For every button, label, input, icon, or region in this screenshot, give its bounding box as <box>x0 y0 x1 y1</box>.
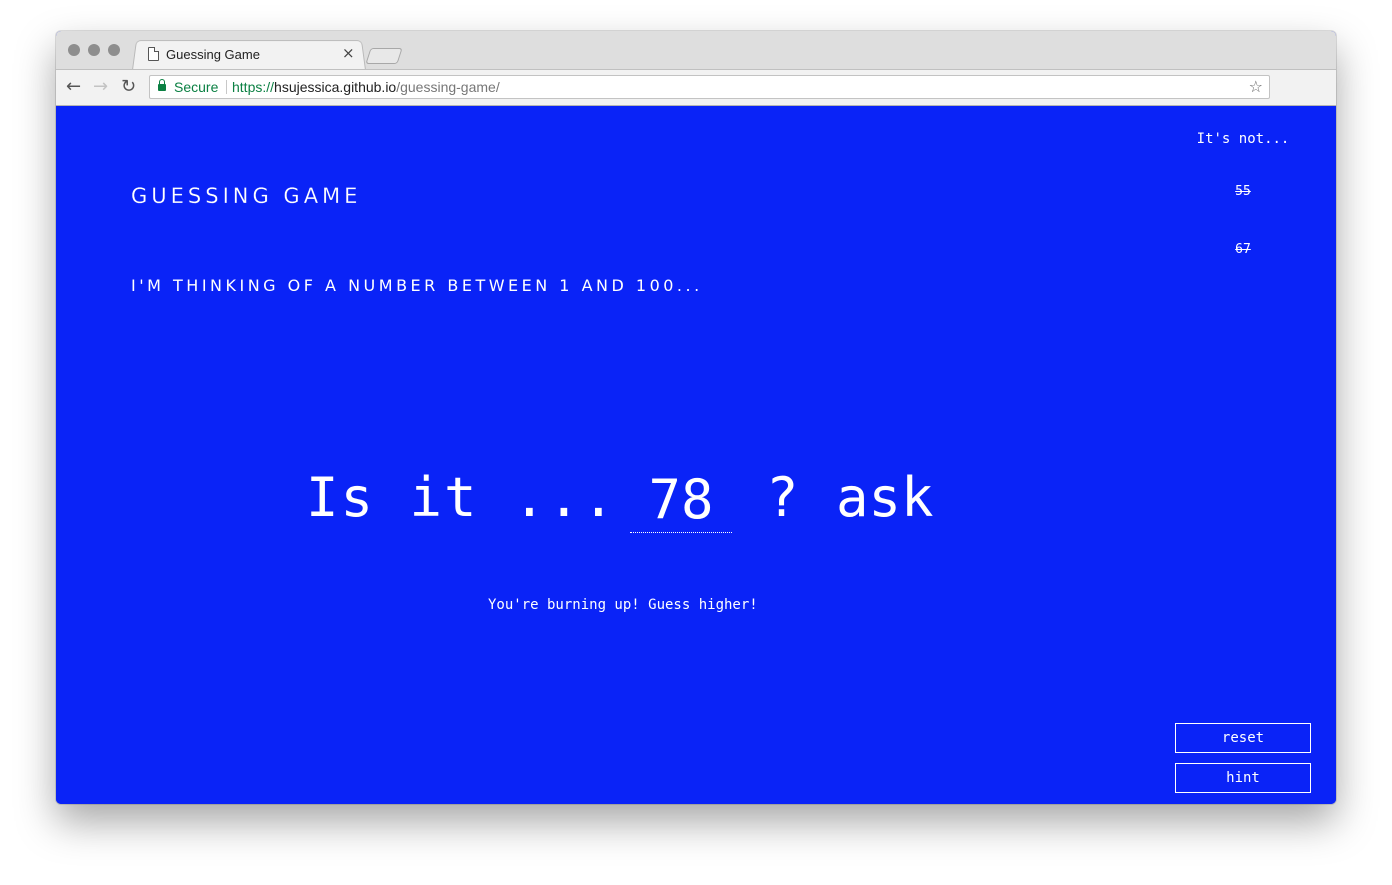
zoom-window-button[interactable] <box>108 44 120 56</box>
hint-button[interactable]: hint <box>1175 763 1311 793</box>
back-arrow-icon[interactable]: ← <box>66 76 81 98</box>
url-host: hsujessica.github.io <box>274 79 397 95</box>
tab-bar: Guessing Game × <box>56 31 1336 70</box>
close-window-button[interactable] <box>68 44 80 56</box>
tab-title: Guessing Game <box>166 47 260 62</box>
guess-input[interactable] <box>630 466 732 533</box>
browser-window: Guessing Game × ← → ↻ Secure https://hsu… <box>56 31 1336 804</box>
new-tab-button[interactable] <box>365 48 403 64</box>
secure-label: Secure <box>174 79 219 95</box>
address-bar[interactable]: Secure https://hsujessica.github.io/gues… <box>149 75 1270 99</box>
previous-guess: 55 <box>1235 184 1251 199</box>
url-text[interactable]: https://hsujessica.github.io/guessing-ga… <box>232 79 500 95</box>
reset-button[interactable]: reset <box>1175 723 1311 753</box>
url-path: /guessing-game/ <box>396 79 500 95</box>
ask-button[interactable]: ask <box>836 466 934 529</box>
guess-prefix: Is it ... <box>306 466 617 529</box>
lock-icon <box>158 79 166 91</box>
tab-content: Guessing Game × <box>142 39 362 69</box>
browser-toolbar: ← → ↻ Secure https://hsujessica.github.i… <box>56 69 1336 106</box>
game-prompt: I'm thinking of a number between 1 and 1… <box>131 276 703 295</box>
bookmark-star-icon[interactable]: ☆ <box>1249 77 1263 96</box>
game-page: Guessing Game I'm thinking of a number b… <box>56 106 1336 804</box>
tab-close-icon[interactable]: × <box>342 44 355 62</box>
feedback-message: You're burning up! Guess higher! <box>488 597 758 613</box>
previous-guesses-panel: It's not... 55 67 <box>1166 131 1320 257</box>
previous-guesses-heading: It's not... <box>1196 131 1290 147</box>
minimize-window-button[interactable] <box>88 44 100 56</box>
question-mark: ? <box>766 466 799 529</box>
reload-icon[interactable]: ↻ <box>121 76 136 98</box>
previous-guess: 67 <box>1235 242 1251 257</box>
forward-arrow-icon[interactable]: → <box>93 76 108 98</box>
url-scheme: https:// <box>232 79 275 95</box>
document-icon <box>148 47 159 61</box>
omnibox-divider <box>226 80 227 94</box>
page-title: Guessing Game <box>131 184 362 208</box>
